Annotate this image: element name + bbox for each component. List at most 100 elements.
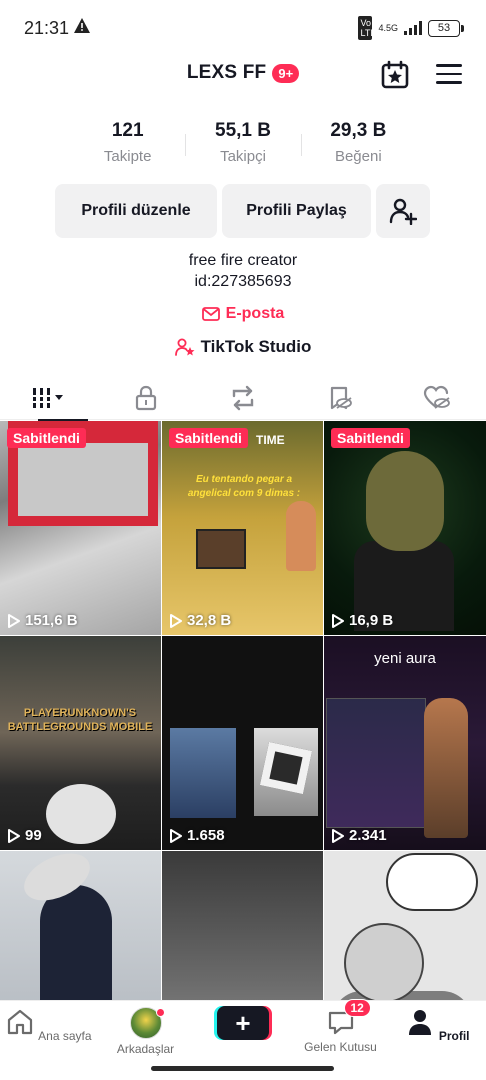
thumbnail-title: TIME: [256, 433, 285, 447]
profile-icon: [409, 1010, 432, 1035]
tab-videos[interactable]: [0, 376, 97, 421]
thumbnail-art: [196, 529, 246, 569]
view-count-value: 151,6 B: [25, 612, 78, 629]
bookmark-hidden-icon: [331, 386, 353, 410]
thumbnail-art: [46, 784, 116, 844]
nav-profile-label: Profil: [438, 1029, 470, 1043]
thumbnail-art: [386, 853, 478, 911]
status-bar: 21:31 Vo LTE 4.5G 53: [0, 0, 486, 56]
play-icon: [332, 613, 344, 628]
username: LEXS FF: [186, 62, 267, 83]
tab-private[interactable]: [97, 376, 194, 420]
grid-bars-icon: [32, 388, 63, 408]
likes-label: Beğeni: [334, 148, 382, 165]
thumbnail-art: [424, 698, 468, 838]
bio-line-2: id:227385693: [194, 273, 292, 290]
mail-icon: [201, 307, 220, 321]
video-thumbnail[interactable]: PLAYERUNKNOWN'S BATTLEGROUNDS MOBILE 99: [0, 636, 161, 850]
nav-home[interactable]: Ana sayfa: [0, 1007, 97, 1043]
volte-icon: Vo LTE: [358, 16, 377, 40]
battery-icon: 53: [428, 19, 464, 37]
status-time: 21:31: [24, 18, 70, 38]
thumbnail-text: PLAYERUNKNOWN'S BATTLEGROUNDS MOBILE: [7, 707, 153, 733]
inbox-badge: 12: [343, 999, 371, 1017]
thumbnail-art: [286, 501, 316, 571]
content-tabs: [0, 376, 486, 421]
create-button[interactable]: +: [217, 1006, 269, 1040]
status-indicators: Vo LTE 4.5G 53: [358, 16, 464, 40]
view-count: 99: [8, 827, 42, 844]
bio-line-1: free fire creator: [188, 252, 298, 269]
nav-profile[interactable]: Profil: [389, 1007, 486, 1043]
avatar: [129, 1007, 165, 1039]
play-icon: [170, 828, 182, 843]
view-count-value: 1.658: [187, 827, 225, 844]
calendar-star-icon[interactable]: [380, 60, 410, 90]
stat-followers[interactable]: 55,1 B Takipçi: [185, 120, 300, 170]
thumbnail-art: [344, 923, 424, 1003]
add-user-icon: [389, 198, 417, 225]
email-label: E-posta: [225, 305, 285, 322]
add-friend-button[interactable]: [376, 184, 430, 238]
play-icon: [170, 613, 182, 628]
notification-dot: [155, 1008, 165, 1017]
video-thumbnail[interactable]: Sabitlendi TIME Eu tentando pegar a ange…: [162, 421, 323, 635]
home-icon: [8, 1009, 33, 1035]
view-count-value: 2.341: [349, 827, 387, 844]
view-count: 32,8 B: [170, 612, 231, 629]
home-indicator[interactable]: [151, 1066, 334, 1071]
view-count: 151,6 B: [8, 612, 78, 629]
thumbnail-art: [254, 728, 318, 816]
tab-reposts[interactable]: [194, 376, 291, 420]
inbox-icon-wrap: 12: [326, 999, 371, 1037]
video-thumbnail[interactable]: 1.658: [162, 636, 323, 850]
view-count: 16,9 B: [332, 612, 393, 629]
nav-inbox-label: Gelen Kutusu: [304, 1040, 377, 1054]
warning-icon: [74, 18, 90, 33]
stat-following[interactable]: 121 Takipte: [70, 120, 185, 170]
thumbnail-art: [170, 728, 236, 818]
nav-home-label: Ana sayfa: [38, 1029, 92, 1043]
followers-label: Takipçi: [220, 148, 266, 165]
play-icon: [8, 828, 20, 843]
network-type: 4.5G: [378, 22, 398, 33]
likes-count: 29,3 B: [330, 120, 387, 141]
tiktok-studio-link[interactable]: TikTok Studio: [0, 337, 486, 357]
lock-icon: [135, 385, 156, 411]
studio-label: TikTok Studio: [200, 337, 312, 356]
video-thumbnail[interactable]: Sabitlendi 151,6 B: [0, 421, 161, 635]
profile-stats: 121 Takipte 55,1 B Takipçi 29,3 B Beğeni: [70, 120, 416, 170]
profile-bio: free fire creator id:227385693: [0, 250, 486, 292]
user-star-icon: [174, 338, 195, 356]
menu-icon[interactable]: [436, 64, 462, 86]
profile-header: LEXS FF 9+: [0, 56, 486, 96]
signal-icon: [404, 21, 422, 35]
profile-actions: Profili düzenle Profili Paylaş: [55, 184, 430, 238]
view-count: 1.658: [170, 827, 225, 844]
username-switcher[interactable]: LEXS FF 9+: [0, 62, 486, 84]
edit-profile-button[interactable]: Profili düzenle: [55, 184, 217, 238]
heart-hidden-icon: [424, 385, 451, 409]
thumbnail-art: [326, 698, 426, 828]
following-count: 121: [111, 120, 144, 141]
nav-friends-label: Arkadaşlar: [116, 1042, 175, 1056]
video-thumbnail[interactable]: Sabitlendi 16,9 B: [324, 421, 486, 635]
pinned-badge: Sabitlendi: [169, 428, 248, 448]
share-profile-button[interactable]: Profili Paylaş: [222, 184, 371, 238]
play-icon: [332, 828, 344, 843]
thumbnail-caption: yeni aura: [374, 650, 436, 667]
view-count: 2.341: [332, 827, 387, 844]
repost-icon: [232, 385, 254, 411]
following-label: Takipte: [103, 148, 152, 165]
stat-likes[interactable]: 29,3 B Beğeni: [300, 120, 416, 170]
email-link[interactable]: E-posta: [0, 305, 486, 323]
video-thumbnail[interactable]: yeni aura 2.341: [324, 636, 486, 850]
thumbnail-art: [366, 451, 444, 551]
tab-liked[interactable]: [389, 376, 486, 420]
tab-favorites[interactable]: [292, 376, 389, 420]
nav-inbox[interactable]: 12 Gelen Kutusu: [292, 999, 389, 1054]
nav-friends[interactable]: Arkadaşlar: [97, 1007, 194, 1056]
pinned-badge: Sabitlendi: [7, 428, 86, 448]
pinned-badge: Sabitlendi: [331, 428, 410, 448]
plus-icon: +: [235, 1007, 251, 1038]
